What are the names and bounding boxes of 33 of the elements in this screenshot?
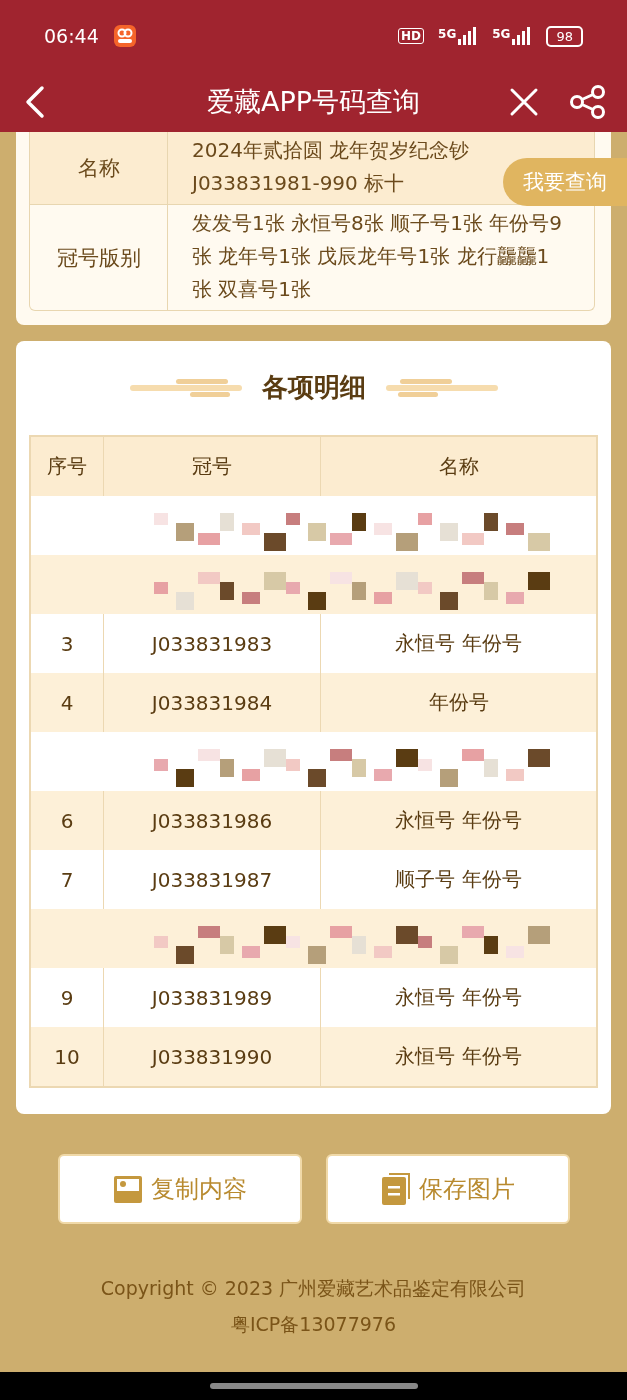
- field-value: 2024年贰拾圆 龙年贺岁纪念钞 J033831981-990 标十: [192, 137, 471, 197]
- hd-indicator: HD: [398, 28, 425, 44]
- copy-content-button[interactable]: 复制内容: [57, 1154, 302, 1224]
- table-cell: 7: [30, 850, 104, 909]
- image-icon: [112, 1174, 143, 1204]
- app-notification-icon: [112, 24, 137, 48]
- column-header: 名称: [320, 436, 597, 496]
- battery-level: 98: [546, 25, 583, 47]
- table-cell: 6: [30, 791, 104, 850]
- document-icon: [380, 1173, 411, 1205]
- share-icon[interactable]: [569, 84, 607, 120]
- network-label: 5G: [438, 27, 457, 41]
- table-cell: 永恒号 年份号: [320, 1027, 597, 1087]
- network-label: 5G: [492, 27, 511, 41]
- table-cell: 10: [30, 1027, 104, 1087]
- field-label: 名称: [30, 132, 168, 204]
- table-cell: 4: [30, 673, 104, 732]
- footer-text: 粤ICP备13077976: [230, 1312, 396, 1337]
- field-label: 冠号版别: [30, 205, 168, 310]
- signal-icon: [458, 27, 479, 45]
- column-header: 序号: [30, 436, 104, 496]
- page-title: 爱藏APP号码查询: [205, 85, 421, 119]
- signal-icon: [512, 27, 533, 45]
- section-title: 各项明细: [261, 370, 366, 404]
- save-image-button[interactable]: 保存图片: [325, 1154, 570, 1224]
- column-header: 冠号: [103, 436, 321, 496]
- table-cell: 3: [30, 614, 104, 673]
- table-cell: J033831990: [103, 1027, 321, 1087]
- clock-time: 06:44: [44, 25, 99, 47]
- field-value: 发发号1张 永恒号8张 顺子号1张 年份号9张 龙年号1张 戊辰龙年号1张 龙行龘龘1张 双喜号1张: [192, 210, 562, 303]
- footer-text: Copyright © 2023 广州爱藏艺术品鉴定有限公司: [100, 1276, 527, 1301]
- table-cell: 9: [30, 968, 104, 1027]
- query-button[interactable]: 我要查询: [503, 158, 627, 206]
